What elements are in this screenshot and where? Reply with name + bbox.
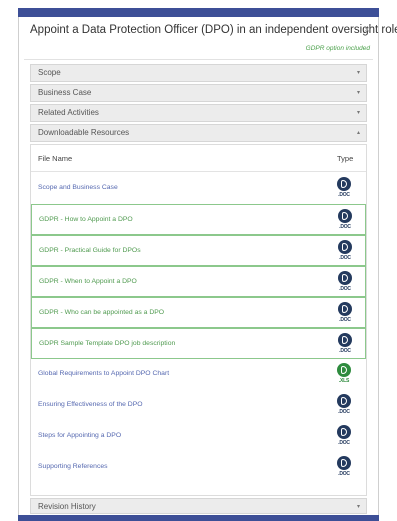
table-row: GDPR - How to Appoint a DPO .DOC <box>31 204 366 235</box>
doc-file-icon[interactable]: .DOC <box>337 456 351 478</box>
doc-file-icon[interactable]: .DOC <box>337 177 351 199</box>
dpo-dialog: Appoint a Data Protection Officer (DPO) … <box>18 17 397 515</box>
file-extension-label: .DOC <box>339 255 351 261</box>
section-label: Related Activities <box>38 108 99 117</box>
file-link[interactable]: Global Requirements to Appoint DPO Chart <box>38 370 169 377</box>
file-extension-label: .DOC <box>338 409 350 415</box>
chevron-up-icon: ▴ <box>356 130 360 136</box>
file-icon-disc <box>337 394 351 408</box>
file-extension-label: .DOC <box>338 440 350 446</box>
file-icon-disc <box>337 425 351 439</box>
table-row: Ensuring Effectiveness of the DPO .DOC <box>31 390 366 421</box>
top-accent-bar <box>18 8 379 17</box>
file-link[interactable]: GDPR - When to Appoint a DPO <box>39 278 137 285</box>
file-extension-label: .DOC <box>339 224 351 230</box>
file-icon-disc <box>338 302 352 316</box>
resources-table: File Name Type Scope and Business Case .D… <box>30 144 367 496</box>
section-business-case[interactable]: Business Case ▾ <box>30 84 367 102</box>
accordion: Scope ▾ Business Case ▾ Related Activiti… <box>30 64 367 144</box>
file-extension-label: .XLS <box>338 378 350 384</box>
file-link[interactable]: GDPR - Practical Guide for DPOs <box>39 247 141 254</box>
table-row: Supporting References .DOC <box>31 452 366 483</box>
close-icon[interactable]: × <box>364 25 370 36</box>
doc-file-icon[interactable]: .DOC <box>338 302 352 324</box>
chevron-down-icon: ▾ <box>356 110 360 116</box>
table-row: GDPR - When to Appoint a DPO .DOC <box>31 266 366 297</box>
table-row: Scope and Business Case .DOC <box>31 173 366 204</box>
file-extension-label: .DOC <box>339 286 351 292</box>
file-link[interactable]: Scope and Business Case <box>38 184 118 191</box>
section-label: Revision History <box>38 502 96 511</box>
bottom-accent-bar <box>18 515 379 521</box>
table-body: Scope and Business Case .DOC GDPR - How to… <box>31 173 366 483</box>
file-link[interactable]: Steps for Appointing a DPO <box>38 432 121 439</box>
doc-file-icon[interactable]: .DOC <box>338 271 352 293</box>
table-row: Global Requirements to Appoint DPO Chart… <box>31 359 366 390</box>
file-extension-label: .DOC <box>339 317 351 323</box>
chevron-down-icon: ▾ <box>356 70 360 76</box>
file-icon-disc <box>338 240 352 254</box>
table-row: GDPR Sample Template DPO job description… <box>31 328 366 359</box>
xls-file-icon[interactable]: .XLS <box>337 363 351 385</box>
file-icon-disc <box>337 363 351 377</box>
dialog-title: Appoint a Data Protection Officer (DPO) … <box>30 24 397 36</box>
file-icon-disc <box>338 209 352 223</box>
section-scope[interactable]: Scope ▾ <box>30 64 367 82</box>
section-downloadable-resources[interactable]: Downloadable Resources ▴ <box>30 124 367 142</box>
file-link[interactable]: Supporting References <box>38 463 108 470</box>
file-link[interactable]: GDPR - How to Appoint a DPO <box>39 216 133 223</box>
column-header-file-name: File Name <box>38 154 73 163</box>
file-extension-label: .DOC <box>338 192 350 198</box>
chevron-down-icon: ▾ <box>356 90 360 96</box>
file-extension-label: .DOC <box>339 348 351 354</box>
doc-file-icon[interactable]: .DOC <box>338 209 352 231</box>
section-label: Business Case <box>38 88 92 97</box>
chevron-down-icon: ▾ <box>356 504 360 510</box>
header-divider <box>24 59 373 60</box>
doc-file-icon[interactable]: .DOC <box>338 333 352 355</box>
file-icon-disc <box>338 333 352 347</box>
file-icon-disc <box>338 271 352 285</box>
file-icon-disc <box>337 456 351 470</box>
doc-file-icon[interactable]: .DOC <box>337 394 351 416</box>
section-label: Downloadable Resources <box>38 128 130 137</box>
file-link[interactable]: GDPR - Who can be appointed as a DPO <box>39 309 164 316</box>
section-related-activities[interactable]: Related Activities ▾ <box>30 104 367 122</box>
file-link[interactable]: GDPR Sample Template DPO job description <box>39 340 175 347</box>
table-row: GDPR - Practical Guide for DPOs .DOC <box>31 235 366 266</box>
section-revision-history[interactable]: Revision History ▾ <box>30 498 367 514</box>
file-link[interactable]: Ensuring Effectiveness of the DPO <box>38 401 143 408</box>
table-row: GDPR - Who can be appointed as a DPO .DOC <box>31 297 366 328</box>
file-extension-label: .DOC <box>338 471 350 477</box>
table-row: Steps for Appointing a DPO .DOC <box>31 421 366 452</box>
doc-file-icon[interactable]: .DOC <box>338 240 352 262</box>
section-label: Scope <box>38 68 61 77</box>
file-icon-disc <box>337 177 351 191</box>
gdpr-option-note: GDPR option included <box>305 45 370 52</box>
doc-file-icon[interactable]: .DOC <box>337 425 351 447</box>
table-header: File Name Type <box>31 145 366 172</box>
column-header-type: Type <box>337 154 354 163</box>
